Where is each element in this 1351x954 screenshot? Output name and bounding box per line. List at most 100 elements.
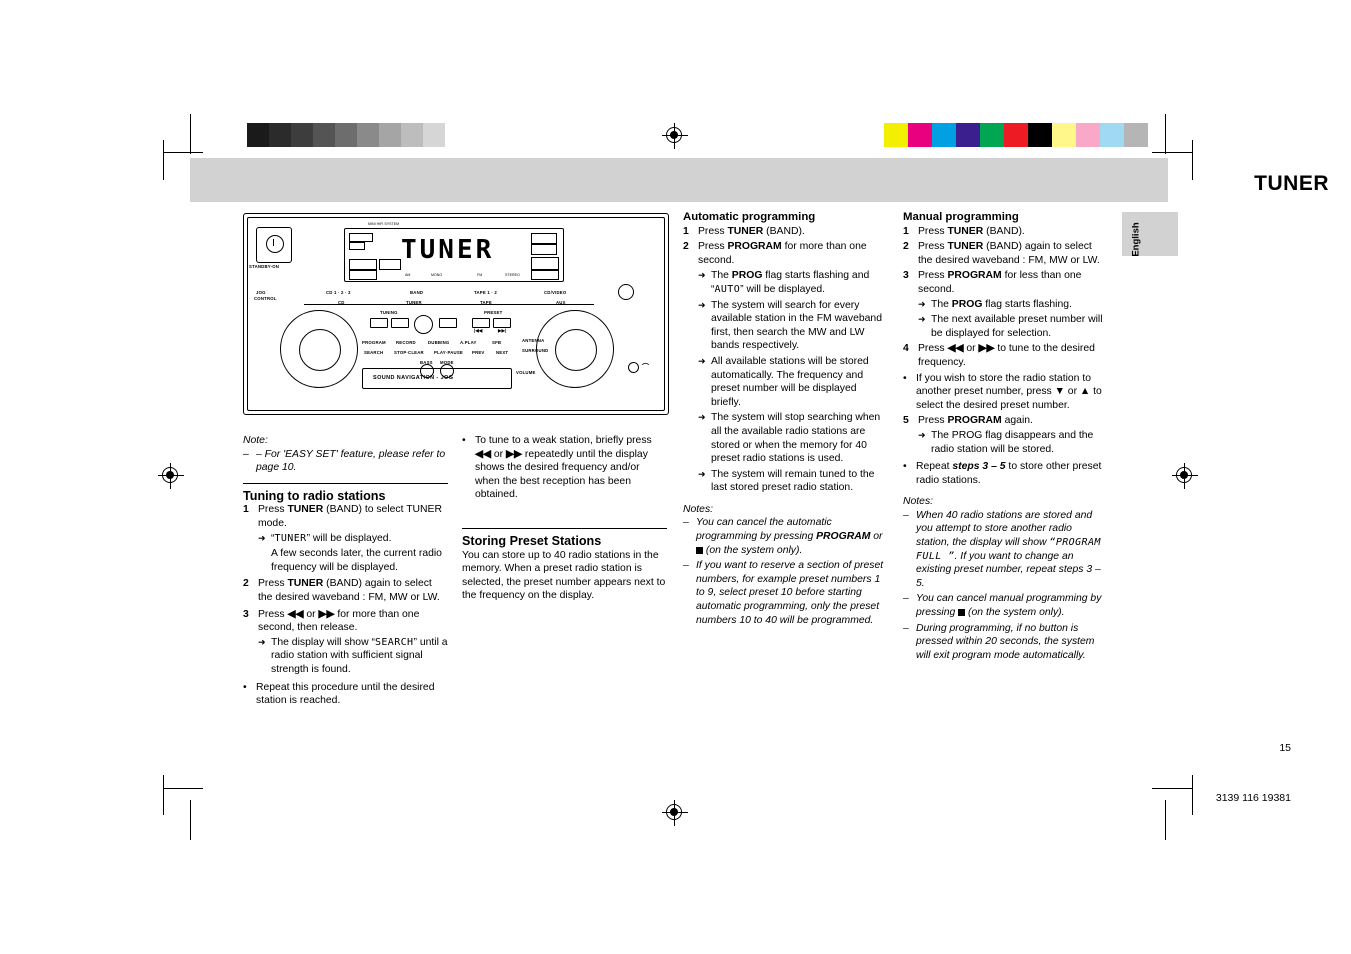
- bullet-icon: •: [903, 461, 907, 473]
- step-text: Press PROGRAM for less than one second.: [918, 270, 1082, 295]
- prev-button[interactable]: [472, 318, 490, 328]
- tuning-buttons[interactable]: [370, 318, 409, 328]
- note-text: – For 'EASY SET' feature, please refer t…: [256, 448, 446, 474]
- color-swatch: [291, 123, 313, 147]
- color-swatch: [980, 123, 1004, 147]
- section-body: You can store up to 40 radio stations in…: [462, 549, 666, 602]
- color-swatch: [379, 123, 401, 147]
- arrow-icon: ➜: [258, 532, 266, 543]
- tuning-down-button[interactable]: [370, 318, 388, 328]
- display-indicator: [531, 233, 557, 244]
- display-indicator: [531, 257, 559, 270]
- step-number: 3: [903, 270, 909, 282]
- arrow-icon: ➜: [698, 270, 706, 281]
- color-swatch: [445, 123, 467, 147]
- column-4: Manual programming 1 Press TUNER (BAND).…: [903, 211, 1108, 664]
- result-item: ➜ The system will search for every avail…: [698, 299, 888, 353]
- headphone-jack[interactable]: [628, 362, 639, 373]
- display-indicator: [531, 270, 559, 280]
- color-swatch: [313, 123, 335, 147]
- next-label-2: NEXT: [496, 350, 509, 355]
- result-text: “TUNER” will be displayed.: [271, 532, 392, 544]
- divider: [304, 304, 594, 305]
- list-item: 1 Press TUNER (BAND).: [903, 225, 1108, 239]
- preset-down-button[interactable]: [439, 318, 457, 328]
- column-1: Note: – – For 'EASY SET' feature, please…: [243, 434, 448, 710]
- crop-mark: [163, 140, 164, 180]
- next-button[interactable]: [493, 318, 511, 328]
- bullet-text: Repeat this procedure until the desired …: [256, 681, 435, 707]
- note-item: – During programming, if no button is pr…: [903, 622, 1108, 663]
- display-indicator: [349, 259, 377, 270]
- preset-buttons-2[interactable]: [472, 318, 511, 328]
- arrow-icon: ➜: [258, 636, 266, 647]
- dash-marker: –: [903, 593, 909, 605]
- page-title: TUNER: [1254, 172, 1329, 195]
- color-swatch: [357, 123, 379, 147]
- result-item: ➜ The PROG flag starts flashing and “AUT…: [698, 269, 888, 296]
- tuning-up-button[interactable]: [391, 318, 409, 328]
- note-item: – When 40 radio stations are stored and …: [903, 509, 1108, 591]
- color-bar-left: [225, 123, 467, 147]
- step-text: Press PROGRAM for more than one second.: [698, 241, 867, 266]
- sound-navigation-bar[interactable]: SOUND NAVIGATION - JOG: [362, 368, 512, 389]
- list-item: 5 Press PROGRAM again. ➜ The PROG flag d…: [903, 414, 1108, 456]
- display-mode-label: AM: [405, 273, 411, 277]
- header-band: [190, 158, 1168, 202]
- result-text: The PROG flag disappears and the radio s…: [931, 429, 1094, 455]
- crop-mark: [1192, 775, 1193, 815]
- manual-page: TUNER English MINI HIFI SYSTEM STANDBY-O…: [0, 0, 1351, 954]
- preset-buttons[interactable]: [439, 318, 457, 328]
- column-3: Automatic programming 1 Press TUNER (BAN…: [683, 211, 888, 629]
- standby-button[interactable]: [256, 227, 292, 263]
- result-text: The system will remain tuned to the last…: [711, 468, 875, 494]
- dash-marker: –: [683, 517, 689, 529]
- crop-mark: [1192, 140, 1193, 180]
- list-item: 1 Press TUNER (BAND).: [683, 225, 888, 239]
- note-text: During programming, if no button is pres…: [916, 622, 1095, 661]
- color-swatch: [1100, 123, 1124, 147]
- control-knob[interactable]: [420, 364, 434, 378]
- bullet-item: • If you wish to store the radio station…: [903, 372, 1108, 413]
- source-label-cd: CD 1 · 2 · 3: [326, 290, 351, 295]
- language-tab-label: English: [1130, 222, 1142, 257]
- power-icon: [266, 235, 284, 253]
- device-illustration: MINI HIFI SYSTEM STANDBY-ON TUNER MONO F…: [243, 213, 669, 415]
- result-item: ➜ The system will remain tuned to the la…: [698, 468, 888, 495]
- result-text: The display will show “SEARCH” until a r…: [271, 636, 448, 675]
- note-item: – You can cancel the automatic programmi…: [683, 516, 888, 557]
- control-knob[interactable]: [440, 364, 454, 378]
- result-item: ➜ The display will show “SEARCH” until a…: [258, 636, 448, 677]
- crop-mark: [190, 800, 191, 840]
- note-text: If you want to reserve a section of pres…: [696, 560, 884, 626]
- color-swatch: [908, 123, 932, 147]
- device-display: TUNER MONO FM STEREO AM: [344, 228, 564, 282]
- color-swatch: [423, 123, 445, 147]
- headphone-icon: ⌒: [642, 364, 650, 371]
- registration-mark: [662, 123, 688, 149]
- list-item: 3 Press ◀◀ or ▶▶ for more than one secon…: [243, 608, 448, 677]
- language-tab: English: [1122, 212, 1178, 257]
- arrow-icon: ➜: [698, 468, 706, 479]
- registration-mark: [1172, 463, 1198, 489]
- jog-dial[interactable]: [280, 310, 358, 388]
- section-heading-manual: Manual programming: [903, 211, 1019, 223]
- color-swatch: [956, 123, 980, 147]
- crop-mark: [163, 775, 164, 815]
- bullet-text: If you wish to store the radio station t…: [916, 372, 1102, 411]
- select-button[interactable]: [414, 315, 433, 334]
- aplay-label: A.PLAY: [460, 340, 477, 345]
- arrow-icon: ➜: [698, 299, 706, 310]
- dash-marker: –: [243, 448, 249, 460]
- step-text: Press ◀◀ or ▶▶ to tune to the desired fr…: [918, 343, 1095, 368]
- preset-label: PRESET: [484, 310, 503, 315]
- arrow-icon: ➜: [918, 298, 926, 309]
- dash-marker: –: [903, 509, 909, 521]
- color-swatch: [401, 123, 423, 147]
- source-label-band: BAND: [410, 290, 424, 295]
- crop-mark: [163, 788, 203, 789]
- bass-label: BASS: [420, 360, 433, 365]
- step-text: Press TUNER (BAND).: [698, 225, 805, 237]
- bullet-item: • Repeat this procedure until the desire…: [243, 681, 448, 708]
- note-text: You can cancel manual programming by pre…: [916, 593, 1102, 619]
